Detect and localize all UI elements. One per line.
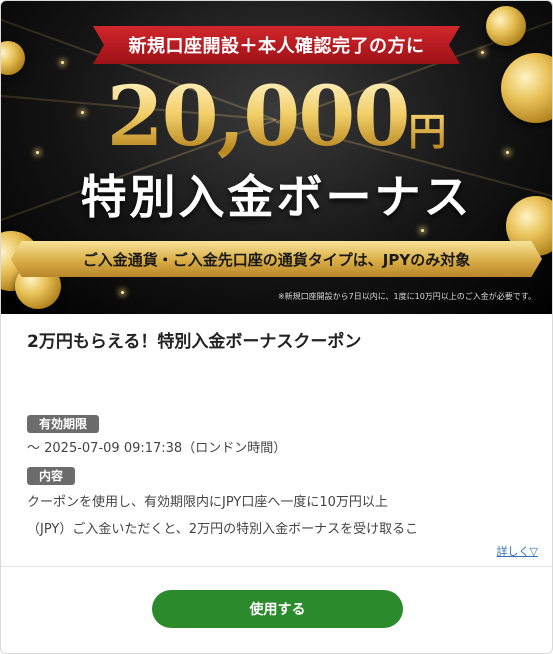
sparkle xyxy=(121,291,124,294)
banner-fine-print: ※新規口座開設から7日以内に、1度に10万円以上のご入金が必要です。 xyxy=(277,292,536,301)
banner-ribbon-top-text: 新規口座開設＋本人確認完了の方に xyxy=(128,36,425,57)
validity-tag: 有効期限 xyxy=(27,415,100,433)
promo-banner: 新規口座開設＋本人確認完了の方に 20,000円 特別入金ボーナス ご入金通貨・… xyxy=(1,1,552,314)
sparkle xyxy=(481,51,484,54)
content-text-line-1: クーポンを使用し、有効期限内にJPY口座へ一度に10万円以上 xyxy=(27,495,388,510)
content-tag: 内容 xyxy=(27,467,76,485)
coupon-card: 新規口座開設＋本人確認完了の方に 20,000円 特別入金ボーナス ご入金通貨・… xyxy=(0,0,553,654)
banner-ribbon-gold-text: ご入金通貨・ご入金先口座の通貨タイプは、JPYのみ対象 xyxy=(82,250,471,269)
banner-headline: 特別入金ボーナス xyxy=(80,170,473,224)
use-coupon-button[interactable]: 使用する xyxy=(152,590,403,628)
bonus-amount-value: 20,000 xyxy=(106,69,409,165)
show-more-link[interactable]: 詳しく▽ xyxy=(497,543,538,559)
divider xyxy=(1,566,552,567)
sparkle xyxy=(421,229,424,232)
content-text-line-2: （JPY）ご入金いただくと、2万円の特別入金ボーナスを受け取るこ xyxy=(27,522,419,537)
bonus-amount: 20,000円 xyxy=(1,71,552,178)
banner-ribbon-top: 新規口座開設＋本人確認完了の方に xyxy=(93,26,460,64)
coupon-title: 2万円もらえる！特別入金ボーナスクーポン xyxy=(27,332,362,352)
gold-coin-icon xyxy=(486,6,526,46)
gold-coin-icon xyxy=(1,41,25,75)
banner-ribbon-gold: ご入金通貨・ご入金先口座の通貨タイプは、JPYのみ対象 xyxy=(11,241,542,277)
validity-value: ～ 2025-07-09 09:17:38（ロンドン時間） xyxy=(27,441,287,456)
bonus-amount-unit: 円 xyxy=(408,109,447,154)
sparkle xyxy=(61,61,64,64)
